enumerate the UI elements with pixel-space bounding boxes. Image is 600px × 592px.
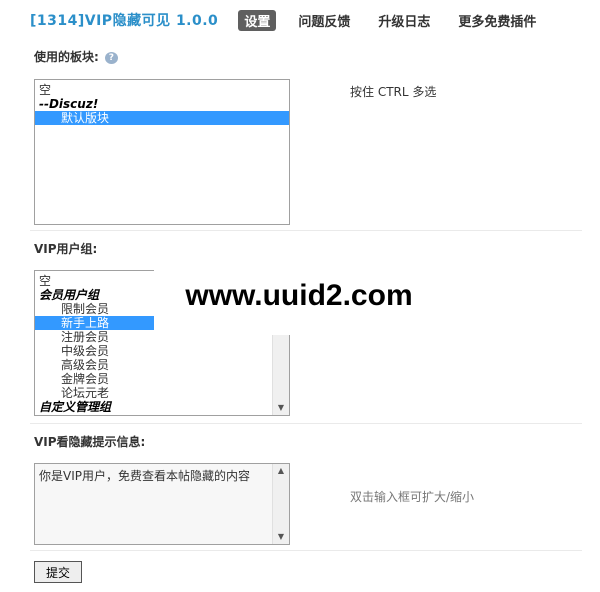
scroll-up-arrow-icon[interactable]: ▲ (273, 464, 289, 478)
textarea-scrollbar[interactable]: ▲ ▼ (272, 464, 289, 544)
list-option-group[interactable]: --Discuz! (35, 97, 289, 111)
divider (30, 423, 582, 424)
submit-button[interactable]: 提交 (34, 561, 82, 583)
list-option[interactable]: 默认版块 (35, 111, 289, 125)
scroll-down-arrow-icon[interactable]: ▼ (273, 530, 289, 544)
divider (30, 230, 582, 231)
list-option[interactable]: 中级会员 (35, 344, 289, 358)
message-text: 你是VIP用户，免费查看本帖隐藏的内容 (39, 469, 250, 483)
plugin-title: [1314]VIP隐藏可见 1.0.0 (30, 13, 219, 29)
list-option[interactable]: 金牌会员 (35, 372, 289, 386)
tab-settings[interactable]: 设置 (238, 9, 277, 31)
list-option[interactable]: 论坛元老 (35, 386, 289, 400)
multi-select-hint: 按住 CTRL 多选 (350, 85, 437, 99)
forum-listbox[interactable]: 空 --Discuz! 默认版块 (34, 79, 290, 225)
list-option[interactable]: 高级会员 (35, 358, 289, 372)
divider (30, 550, 582, 551)
list-option-group[interactable]: 自定义管理组 (35, 400, 289, 414)
forum-section-label: 使用的板块:? (34, 48, 118, 65)
watermark: www.uuid2.com (154, 257, 444, 335)
expand-hint: 双击输入框可扩大/缩小 (350, 490, 475, 504)
tab-changelog[interactable]: 升级日志 (372, 10, 436, 31)
list-option[interactable]: 空 (35, 83, 289, 97)
vip-group-label: VIP用户组: (34, 242, 98, 256)
plugin-header: [1314]VIP隐藏可见 1.0.0 设置 问题反馈 升级日志 更多免费插件 (30, 8, 558, 32)
message-label: VIP看隐藏提示信息: (34, 435, 146, 449)
tab-more-plugins[interactable]: 更多免费插件 (452, 10, 542, 31)
help-icon[interactable]: ? (104, 51, 118, 64)
scroll-down-arrow-icon[interactable]: ▼ (273, 401, 289, 415)
forum-label-text: 使用的板块: (34, 50, 99, 64)
message-textarea[interactable]: 你是VIP用户，免费查看本帖隐藏的内容 ▲ ▼ (34, 463, 290, 545)
tab-feedback[interactable]: 问题反馈 (292, 10, 356, 31)
